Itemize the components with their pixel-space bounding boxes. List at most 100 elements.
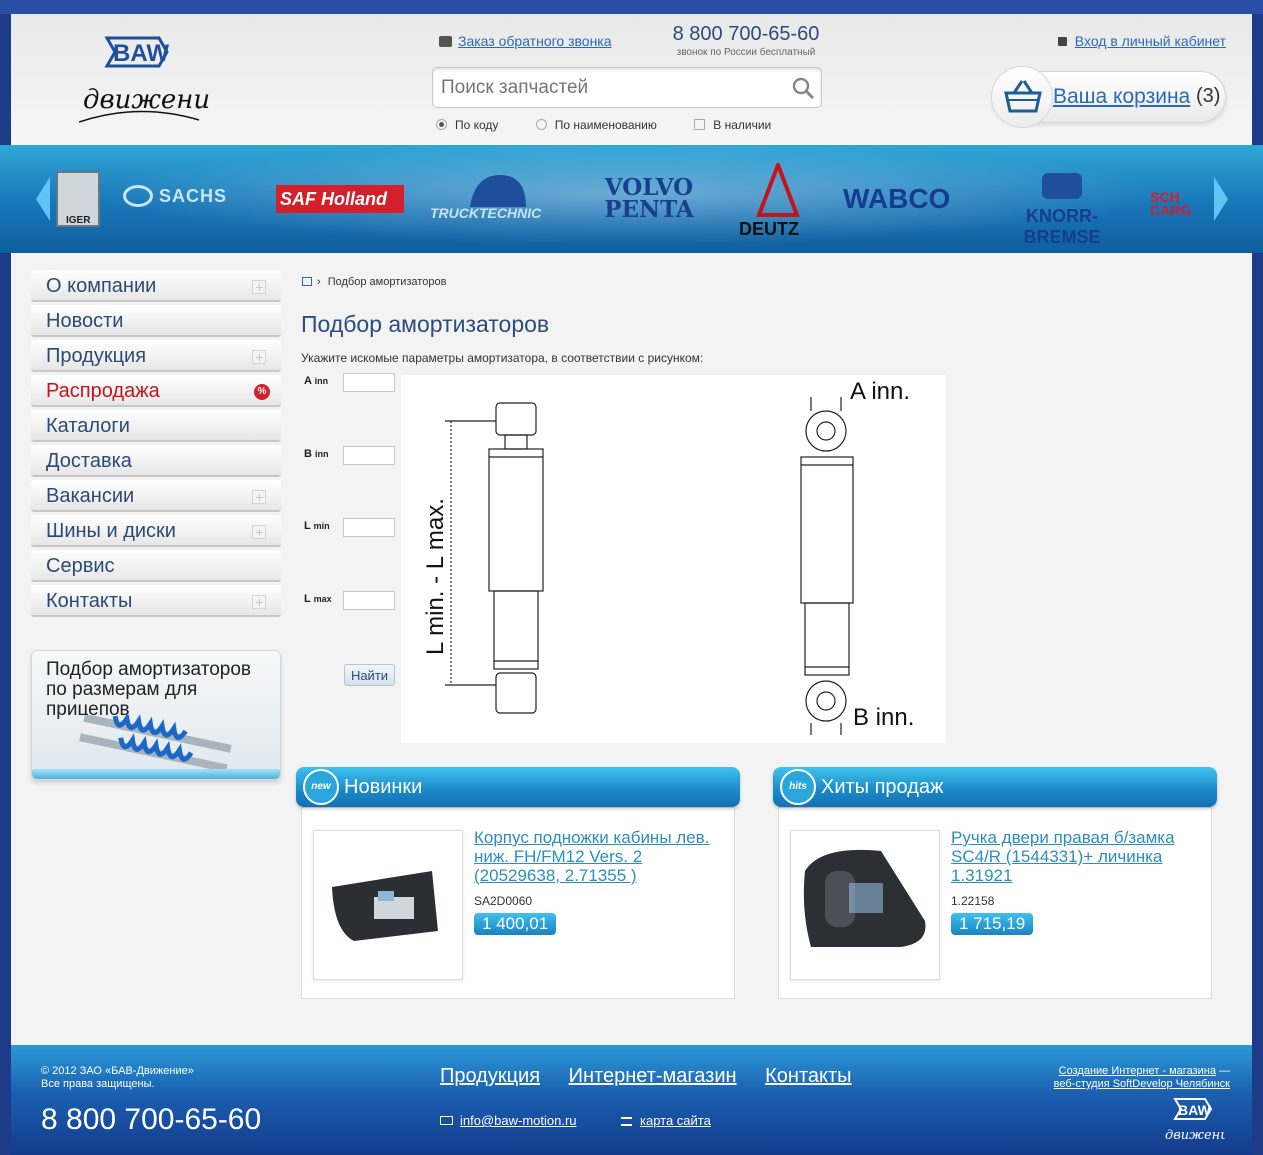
home-icon[interactable] [302, 277, 312, 286]
studio-name-link[interactable]: веб-студия SoftDevelop Челябинск [1054, 1078, 1230, 1090]
carousel-prev-arrow-icon[interactable] [36, 177, 50, 221]
baw-logo[interactable]: BAW движение [79, 32, 209, 132]
brand-logo-wabco[interactable]: WABCO [843, 183, 950, 215]
expand-plus-icon[interactable] [252, 350, 266, 364]
brand-logo-sachs[interactable]: SACHS [123, 185, 227, 207]
bestsellers-header: hits Хиты продаж [773, 767, 1217, 807]
promo-text: Подбор амортизаторов по размерам для при… [46, 659, 251, 720]
bestsellers-title: Хиты продаж [821, 776, 944, 798]
product-price[interactable]: 1 715,19 [951, 913, 1034, 935]
expand-plus-icon[interactable] [252, 490, 266, 504]
search-option-name[interactable]: По наименованию [535, 118, 657, 132]
svg-text:движение: движение [83, 85, 209, 115]
menu-item-catalogs[interactable]: Каталоги [31, 410, 281, 442]
radio-icon[interactable] [535, 119, 547, 130]
menu-item-delivery[interactable]: Доставка [31, 445, 281, 477]
brand-logo-iger[interactable]: IGER [56, 171, 100, 227]
product-code: SA2D0060 [474, 894, 533, 908]
page-intro: Укажите искомые параметры амортизатора, … [301, 351, 704, 365]
studio-link[interactable]: Создание Интернет - магазина [1059, 1065, 1216, 1077]
product-thumbnail[interactable] [790, 830, 940, 980]
brand-logo-volvo-penta[interactable]: VOLVO PENTA [584, 176, 714, 221]
phone-icon [439, 36, 452, 47]
brand-logo-knorr-bremse[interactable]: KNORR-BREMSE [996, 173, 1128, 248]
deutz-icon [756, 159, 800, 217]
menu-item-products[interactable]: Продукция [31, 340, 281, 372]
product-thumbnail[interactable] [313, 830, 463, 980]
sitemap-icon [621, 1117, 632, 1126]
search-input[interactable] [433, 68, 773, 107]
search-option-instock[interactable]: В наличии [694, 118, 771, 132]
menu-item-sale[interactable]: Распродажа% [31, 375, 281, 407]
sachs-icon [123, 185, 153, 207]
checkbox-icon[interactable] [694, 119, 706, 130]
sitemap-link[interactable]: карта сайта [640, 1113, 711, 1128]
footer-nav: Продукция Интернет-магазин Контакты [440, 1065, 875, 1088]
find-button[interactable]: Найти [344, 664, 395, 686]
expand-plus-icon[interactable] [252, 525, 266, 539]
brand-logo-deutz[interactable]: DEUTZ [737, 159, 819, 239]
brand-logo-trucktechnic[interactable]: TRUCKTECHNIC [430, 171, 560, 233]
cab-step-image [332, 871, 438, 941]
search-options: По коду По наименованию В наличии [436, 118, 805, 132]
b-inn-input[interactable] [343, 446, 395, 465]
footer-baw-logo[interactable]: BAW движение [1163, 1095, 1225, 1149]
product-price[interactable]: 1 400,01 [474, 913, 557, 935]
door-handle-image [803, 849, 926, 947]
cart-widget[interactable]: Ваша корзина (3) [991, 66, 1226, 128]
cart-circle [991, 66, 1053, 128]
svg-text:BAW: BAW [1178, 1102, 1211, 1118]
new-badge-icon: new [303, 769, 339, 805]
menu-item-service[interactable]: Сервис [31, 550, 281, 582]
bestsellers-panel: Ручка двери правая б/замка SC4/R (154433… [778, 807, 1212, 999]
b-inn-label: B inn. [853, 704, 914, 731]
product-title[interactable]: Корпус подножки кабины лев. ниж. FH/FM12… [474, 828, 719, 885]
menu-item-about[interactable]: О компании [31, 270, 281, 302]
param-label: L max [304, 593, 332, 605]
svg-text:BAW: BAW [113, 40, 169, 67]
length-label: L min. - L max. [422, 498, 449, 655]
site-footer: © 2012 ЗАО «БАВ-Движение» Все права защи… [11, 1045, 1252, 1155]
l-max-input[interactable] [343, 591, 395, 610]
brand-logo-schmitz[interactable]: SCH CARG [1150, 191, 1202, 217]
menu-item-tires[interactable]: Шины и диски [31, 515, 281, 547]
shock-absorber-promo[interactable]: Подбор амортизаторов по размерам для при… [31, 650, 281, 780]
shock-absorber-drawing: L min. - L max. A inn. B inn. [401, 375, 946, 743]
footer-link-products[interactable]: Продукция [440, 1065, 540, 1087]
expand-plus-icon[interactable] [252, 595, 266, 609]
breadcrumb-current: Подбор амортизаторов [327, 276, 447, 288]
drawing-svg: L min. - L max. A inn. B inn. [422, 378, 914, 735]
menu-item-contacts[interactable]: Контакты [31, 585, 281, 617]
svg-text:движение: движение [1165, 1128, 1225, 1143]
search-icon[interactable] [791, 76, 815, 100]
new-products-header: new Новинки [296, 767, 740, 807]
a-inn-input[interactable] [343, 373, 395, 392]
footer-link-contacts[interactable]: Контакты [765, 1065, 851, 1087]
menu-item-news[interactable]: Новости [31, 305, 281, 337]
envelope-icon [440, 1116, 453, 1125]
email-link[interactable]: info@baw-motion.ru [460, 1113, 577, 1128]
header-phone: 8 800 700-65-60 звонок по России бесплат… [651, 23, 841, 58]
discount-badge-icon: % [254, 384, 270, 400]
search-option-code[interactable]: По коду [436, 118, 498, 132]
cart-label[interactable]: Ваша корзина [1053, 85, 1190, 109]
product-title[interactable]: Ручка двери правая б/замка SC4/R (154433… [951, 828, 1196, 885]
menu-item-vacancies[interactable]: Вакансии [31, 480, 281, 512]
expand-plus-icon[interactable] [252, 280, 266, 294]
brand-logo-saf-holland[interactable]: SAF Holland [276, 185, 404, 213]
footer-link-shop[interactable]: Интернет-магазин [569, 1065, 737, 1087]
param-label: B inn [304, 448, 329, 460]
phone-note: звонок по России бесплатный [676, 47, 816, 58]
l-min-input[interactable] [343, 518, 395, 537]
footer-email: info@baw-motion.ru [440, 1113, 577, 1128]
cart-count: (3) [1196, 85, 1221, 107]
carousel-next-arrow-icon[interactable] [1214, 177, 1228, 221]
radio-icon[interactable] [436, 119, 447, 130]
basket-icon [1004, 80, 1042, 113]
login-link[interactable]: Вход в личный кабинет [1075, 33, 1226, 49]
hits-badge-icon: hits [780, 769, 816, 805]
a-inn-label: A inn. [850, 378, 910, 405]
callback-link[interactable]: Заказ обратного звонка [458, 33, 612, 49]
new-products-title: Новинки [344, 776, 423, 798]
top-border [0, 0, 1263, 14]
